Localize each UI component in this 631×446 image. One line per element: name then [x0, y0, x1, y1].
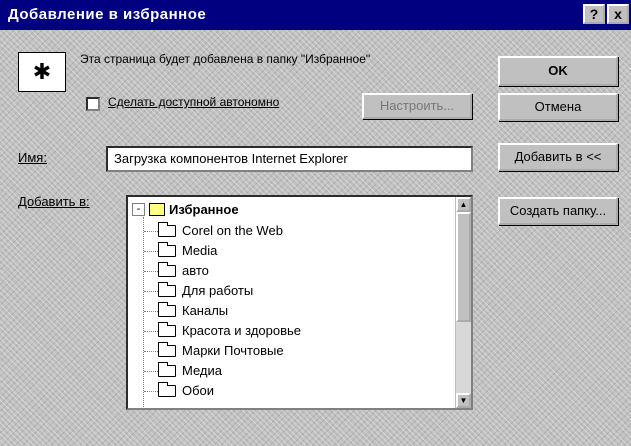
tree-item-label: Corel on the Web: [182, 223, 283, 238]
tree-item-label: авто: [182, 263, 209, 278]
folder-icon: [158, 382, 176, 397]
tree-item[interactable]: Марки Почтовые: [136, 341, 454, 361]
tree-item-label: Media: [182, 243, 218, 258]
scroll-up-icon[interactable]: ▲: [456, 197, 471, 212]
folder-icon: [158, 242, 176, 257]
title-bar[interactable]: Добавление в избранное ? x: [0, 0, 631, 30]
tree-folder-list: Corel on the Web Media авто Для работы К…: [136, 221, 454, 401]
tree-item-label: Марки Почтовые: [182, 343, 284, 358]
tree-item-label: Каналы: [182, 303, 229, 318]
scroll-thumb[interactable]: [456, 212, 471, 322]
folder-icon: [158, 282, 176, 297]
folder-icon: [158, 222, 176, 237]
cancel-button[interactable]: Отмена: [498, 93, 618, 121]
tree-item[interactable]: Corel on the Web: [136, 221, 454, 241]
folder-icon: [158, 342, 176, 357]
offline-checkbox-label[interactable]: Сделать доступной автономно: [108, 95, 333, 109]
collapse-icon[interactable]: -: [132, 203, 145, 217]
info-message: Эта страница будет добавлена в папку "Из…: [80, 52, 371, 66]
tree-item-label: Обои: [182, 383, 215, 398]
tree-item[interactable]: Медиа: [136, 361, 454, 381]
add-to-favorites-dialog: Добавление в избранное ? x ✱ Эта страниц…: [0, 0, 631, 446]
add-to-button[interactable]: Добавить в <<: [498, 143, 618, 171]
tree-item-label: Красота и здоровье: [182, 323, 302, 338]
favorites-folder-icon: [149, 203, 165, 217]
tree-item[interactable]: Красота и здоровье: [136, 321, 454, 341]
name-label: Имя:: [18, 150, 47, 165]
tree-item-label: Медиа: [182, 363, 222, 378]
window-title: Добавление в избранное: [8, 6, 207, 23]
tree-root-favorites[interactable]: - Избранное: [132, 201, 239, 219]
tree-item[interactable]: Для работы: [136, 281, 454, 301]
favorites-page-icon: ✱: [18, 52, 66, 92]
add-to-label: Добавить в:: [18, 194, 90, 209]
help-button[interactable]: ?: [583, 4, 605, 24]
tree-item[interactable]: Обои: [136, 381, 454, 401]
settings-button[interactable]: Настроить...: [362, 93, 472, 119]
new-folder-button[interactable]: Создать папку...: [498, 197, 618, 225]
tree-item[interactable]: Каналы: [136, 301, 454, 321]
tree-item-label: Для работы: [182, 283, 254, 298]
folder-icon: [158, 262, 176, 277]
ok-button[interactable]: OK: [498, 56, 618, 86]
name-input[interactable]: Загрузка компонентов Internet Explorer: [106, 146, 473, 172]
scroll-down-icon[interactable]: ▼: [456, 393, 471, 408]
folder-icon: [158, 302, 176, 317]
offline-checkbox[interactable]: [86, 97, 100, 111]
folder-icon: [158, 322, 176, 337]
tree-item[interactable]: авто: [136, 261, 454, 281]
tree-root-label: Избранное: [169, 202, 239, 218]
tree-scrollbar[interactable]: ▲ ▼: [455, 197, 471, 408]
tree-item[interactable]: Media: [136, 241, 454, 261]
folder-icon: [158, 362, 176, 377]
close-button[interactable]: x: [607, 4, 629, 24]
folder-tree[interactable]: - Избранное Corel on the Web Media авто Д…: [126, 195, 473, 410]
